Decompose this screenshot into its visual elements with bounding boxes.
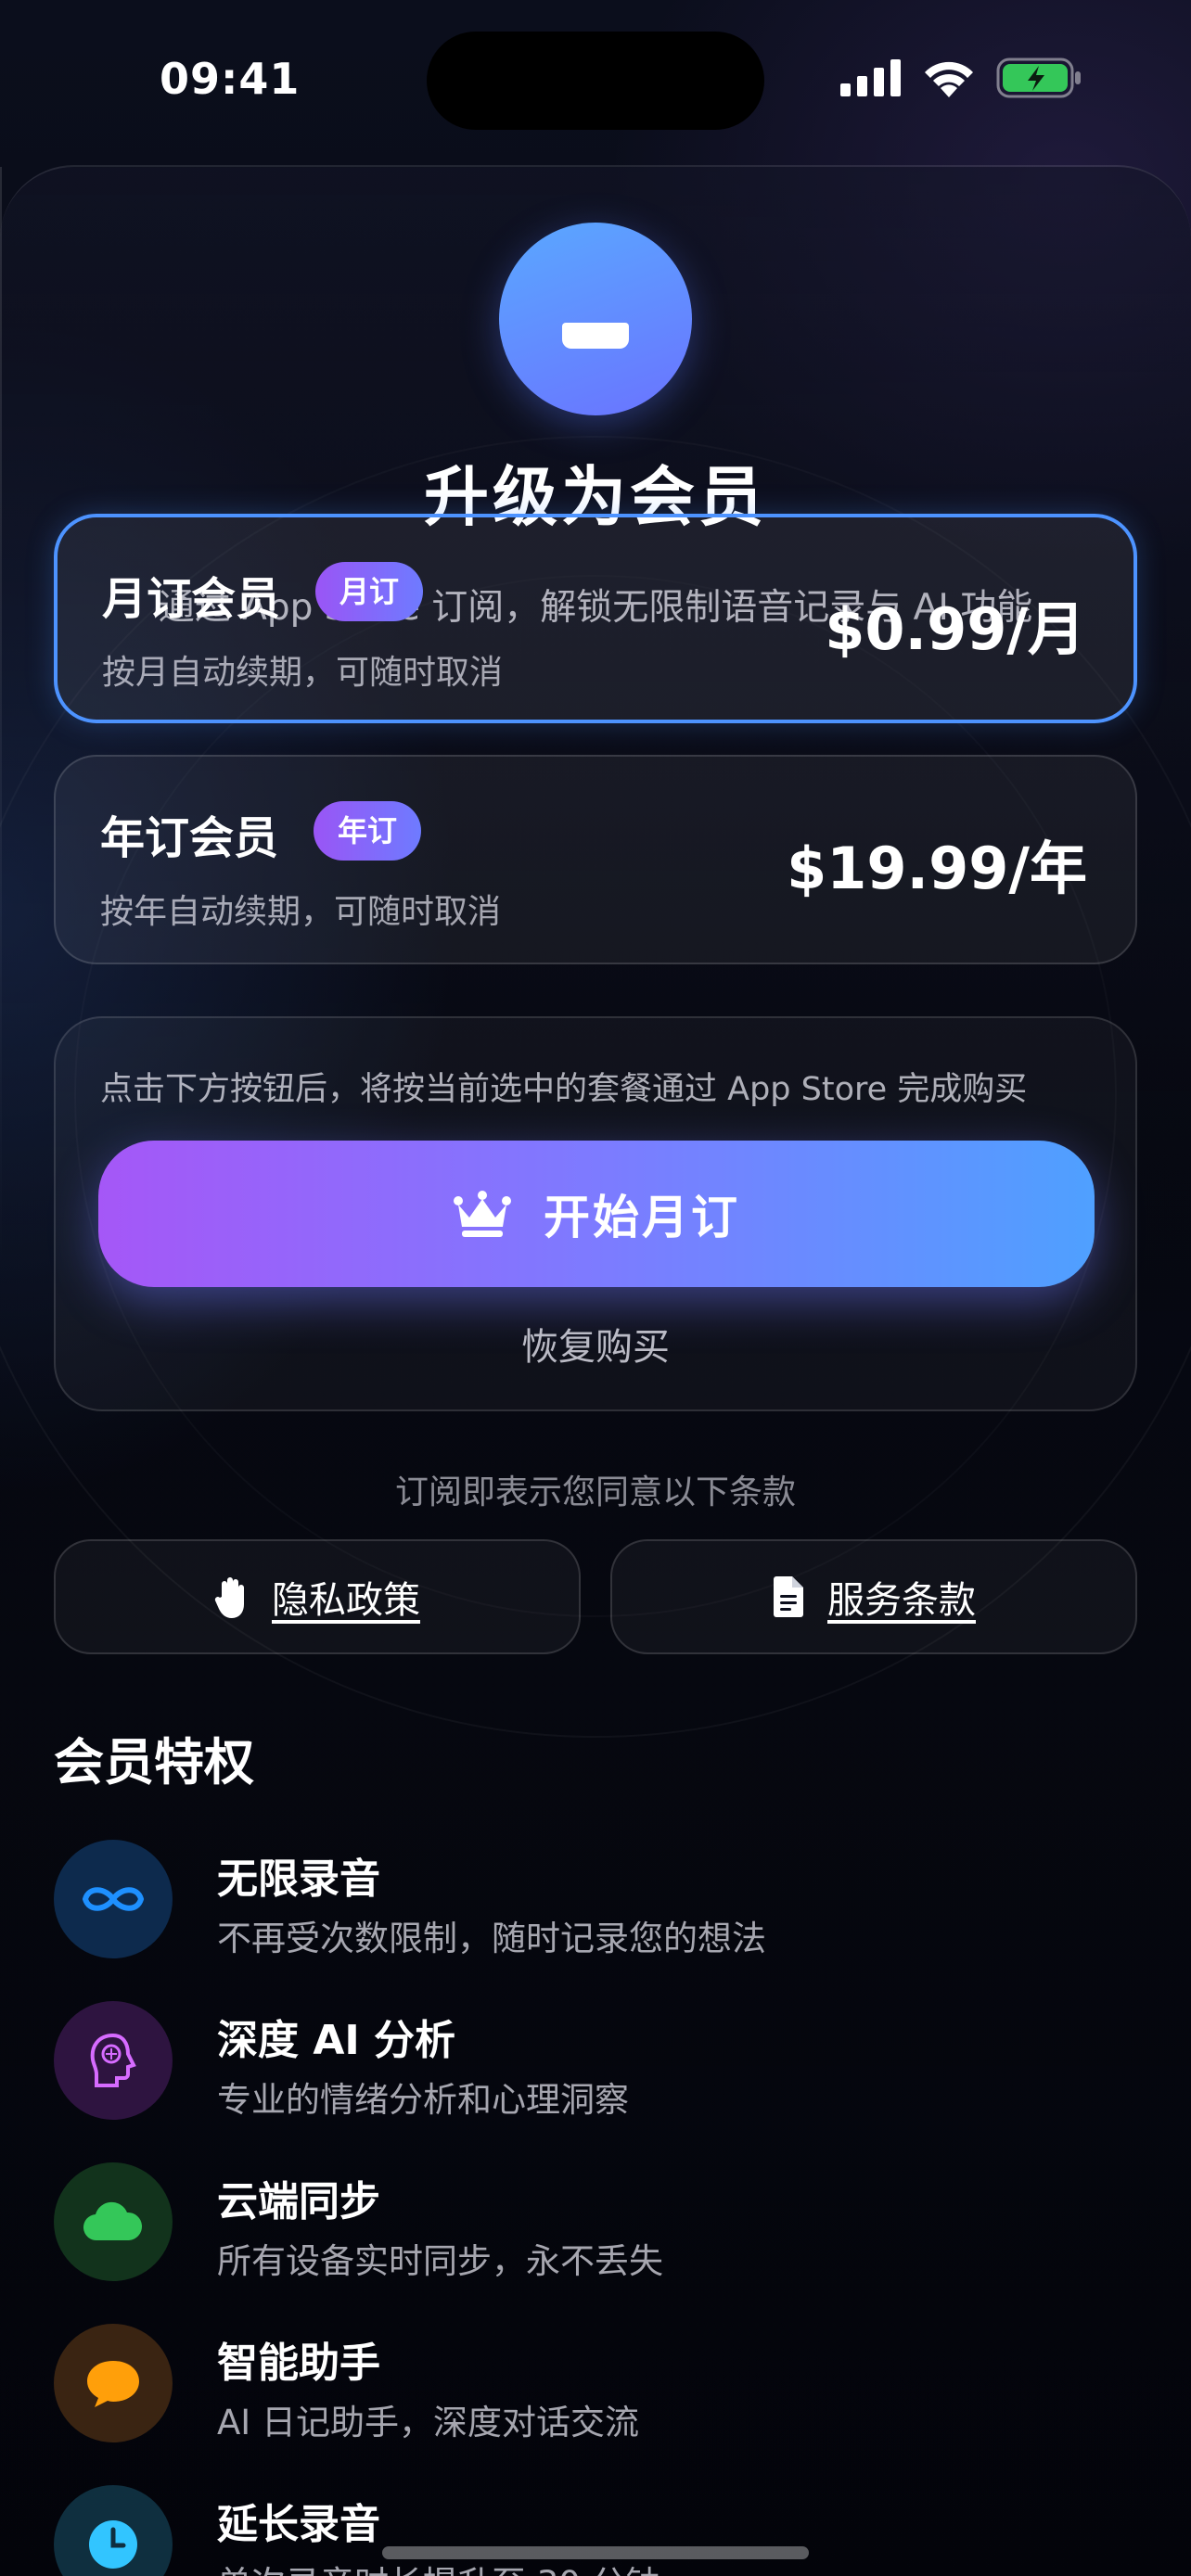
privacy-policy-label: 隐私政策 bbox=[272, 1579, 420, 1622]
benefit-description: 不再受次数限制，随时记录您的想法 bbox=[217, 1919, 766, 1958]
plan-name: 年订会员 bbox=[100, 812, 279, 864]
battery-charging-icon bbox=[996, 57, 1081, 98]
plan-badge: 月订 bbox=[315, 562, 424, 621]
benefit-title: 延长录音 bbox=[217, 2501, 380, 2548]
benefit-title: 智能助手 bbox=[217, 2340, 380, 2387]
home-indicator bbox=[382, 2546, 809, 2559]
status-bar: 09:41 bbox=[0, 0, 1191, 158]
plan-name: 月订会员 bbox=[102, 573, 281, 625]
crown-icon bbox=[454, 1191, 511, 1237]
cellular-signal-icon bbox=[840, 59, 901, 96]
clock-icon bbox=[54, 2485, 173, 2576]
paywall-screen: 09:41 升级为会员 通过 App Store 订阅，解锁无限制语音记录与 A… bbox=[0, 0, 1191, 2576]
benefit-item: 智能助手 AI 日记助手，深度对话交流 bbox=[54, 2324, 1137, 2444]
benefit-title: 云端同步 bbox=[217, 2178, 380, 2225]
purchase-panel: 点击下方按钮后，将按当前选中的套餐通过 App Store 完成购买 开始月订 … bbox=[54, 1016, 1137, 1411]
status-time: 09:41 bbox=[160, 54, 301, 104]
benefit-description: 所有设备实时同步，永不丢失 bbox=[217, 2241, 663, 2281]
plan-description: 按月自动续期，可随时取消 bbox=[102, 654, 504, 692]
plan-price: $0.99/月 bbox=[825, 595, 1085, 663]
brain-head-icon bbox=[54, 2001, 173, 2120]
cloud-icon bbox=[54, 2162, 173, 2281]
infinity-icon bbox=[54, 1840, 173, 1958]
benefit-item: 深度 AI 分析 专业的情绪分析和心理洞察 bbox=[54, 2001, 1137, 2122]
status-icons bbox=[840, 57, 1082, 98]
document-icon bbox=[774, 1576, 803, 1617]
wifi-icon bbox=[925, 61, 973, 97]
plan-description: 按年自动续期，可随时取消 bbox=[100, 893, 502, 931]
hand-icon bbox=[214, 1577, 244, 1618]
purchase-note: 点击下方按钮后，将按当前选中的套餐通过 App Store 完成购买 bbox=[100, 1071, 1028, 1108]
plan-card-yearly[interactable]: 年订会员 年订 按年自动续期，可随时取消 $19.99/年 bbox=[54, 755, 1137, 964]
benefit-title: 无限录音 bbox=[217, 1855, 380, 1903]
benefit-item: 云端同步 所有设备实时同步，永不丢失 bbox=[54, 2162, 1137, 2283]
terms-of-service-label: 服务条款 bbox=[827, 1579, 976, 1622]
terms-of-service-button[interactable]: 服务条款 bbox=[610, 1539, 1137, 1654]
cta-label: 开始月订 bbox=[544, 1191, 740, 1244]
benefit-item: 无限录音 不再受次数限制，随时记录您的想法 bbox=[54, 1840, 1137, 1960]
terms-note: 订阅即表示您同意以下条款 bbox=[394, 1473, 796, 1511]
benefits-title: 会员特权 bbox=[54, 1733, 254, 1792]
start-subscription-button[interactable]: 开始月订 bbox=[98, 1141, 1095, 1287]
chat-bubble-icon bbox=[54, 2324, 173, 2442]
dynamic-island bbox=[427, 32, 764, 130]
benefit-title: 深度 AI 分析 bbox=[217, 2017, 456, 2064]
privacy-policy-button[interactable]: 隐私政策 bbox=[54, 1539, 581, 1654]
plan-card-monthly[interactable]: 月订会员 月订 按月自动续期，可随时取消 $0.99/月 bbox=[54, 514, 1137, 723]
benefit-description: 专业的情绪分析和心理洞察 bbox=[217, 2080, 629, 2120]
benefit-item: 延长录音 单次录音时长提升至 30 分钟 bbox=[54, 2485, 1137, 2576]
plan-badge: 年订 bbox=[314, 801, 422, 861]
plan-price: $19.99/年 bbox=[787, 835, 1087, 902]
restore-purchase-button[interactable]: 恢复购买 bbox=[56, 1317, 1135, 1371]
benefit-description: AI 日记助手，深度对话交流 bbox=[217, 2403, 639, 2442]
